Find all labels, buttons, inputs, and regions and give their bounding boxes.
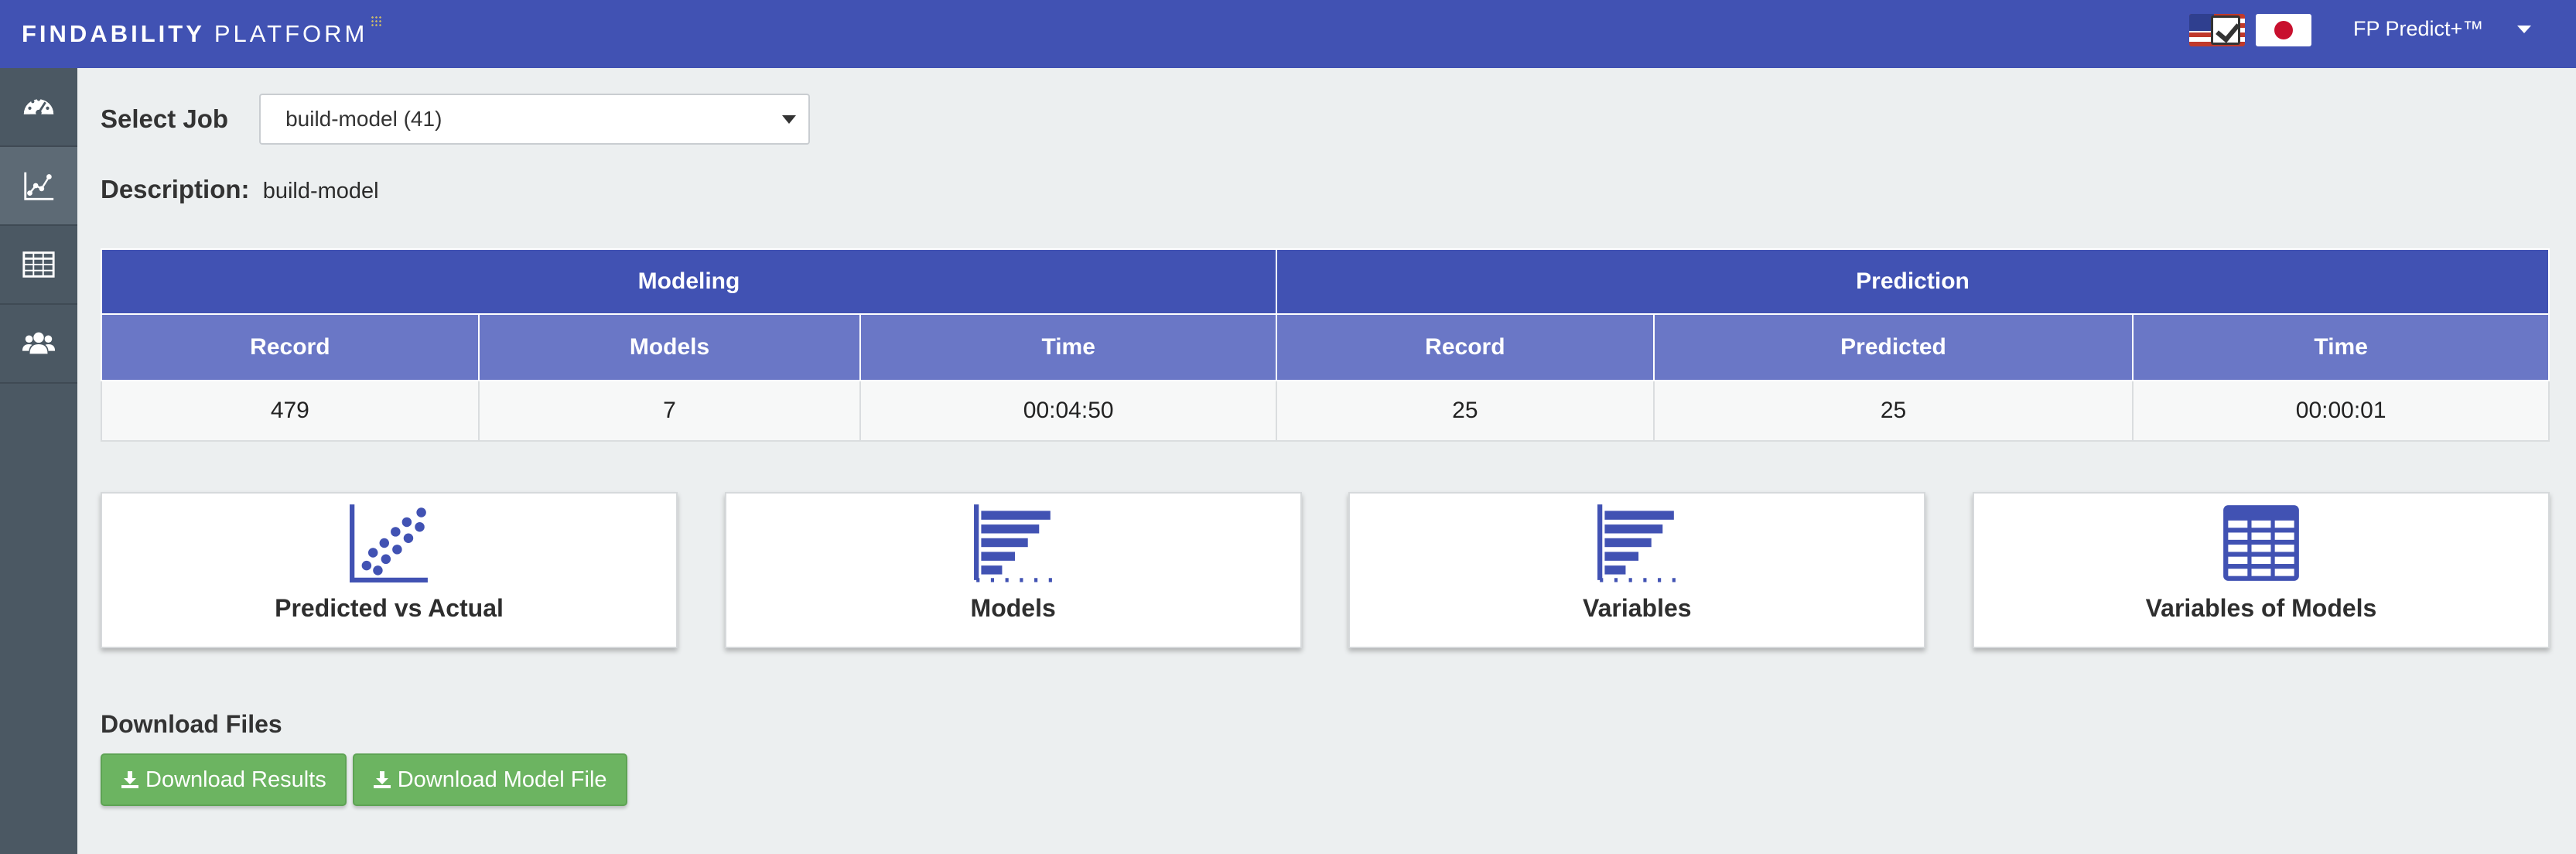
download-model-file-button[interactable]: Download Model File [352,753,627,806]
column-header: Models [477,313,862,381]
table-cell: 00:04:50 [859,380,1278,442]
sidebar-item-users[interactable] [0,305,77,384]
job-select[interactable]: build-model (41) [259,94,811,145]
modeling-group-header: Modeling [100,248,1278,315]
us-flag-icon[interactable] [2189,14,2245,46]
job-stats-table: Modeling Prediction Record Models Time R… [100,248,2550,442]
table-cell: 25 [1652,380,2134,442]
logo-dots-icon [371,15,382,26]
table-cell: 479 [101,380,480,442]
dashboard-icon [23,97,54,116]
scatter-plot-icon [350,504,428,582]
table-cell: 7 [477,380,862,442]
bar-chart-icon [973,504,1052,582]
table-row: 479 7 00:04:50 25 25 00:00:01 [101,380,2550,442]
column-header: Predicted [1652,313,2134,381]
select-job-label: Select Job [101,104,229,133]
logo-secondary-text: PLATFORM [214,20,368,47]
download-model-file-label: Download Model File [397,767,607,792]
grid-table-icon [2223,505,2299,581]
download-results-button[interactable]: Download Results [101,753,347,806]
card-label: Variables of Models [2145,594,2377,622]
users-icon [22,332,56,354]
job-select-value: build-model (41) [285,107,442,131]
chevron-down-icon [782,114,797,124]
logo-primary-text: FINDABILITY [22,20,205,47]
table-cell: 25 [1276,380,1655,442]
logo[interactable]: FINDABILITY PLATFORM [22,15,382,48]
product-name: FP Predict+™ [2353,17,2484,40]
predicted-vs-actual-card[interactable]: Predicted vs Actual [101,492,678,648]
checkmark-icon [2211,15,2240,45]
line-chart-icon [24,172,54,200]
sidebar-item-dashboard[interactable] [0,68,77,147]
description-row: Description: build-model [101,175,379,204]
download-buttons: Download Results Download Model File [101,753,627,806]
download-files-heading: Download Files [101,710,282,738]
bar-chart-icon [1597,504,1676,582]
japan-flag-icon[interactable] [2256,14,2311,46]
download-icon [373,771,391,788]
card-label: Models [970,594,1056,622]
variables-of-models-card[interactable]: Variables of Models [1972,492,2550,648]
card-label: Predicted vs Actual [275,594,504,622]
caret-down-icon [2517,25,2532,33]
sidebar-item-table[interactable] [0,226,77,305]
column-header: Time [859,313,1278,381]
download-results-label: Download Results [145,767,326,792]
sidebar-item-charts[interactable] [0,147,77,226]
table-icon [22,251,55,278]
sidebar [0,68,77,854]
description-value: build-model [262,179,379,203]
prediction-group-header: Prediction [1276,248,2550,315]
column-header: Time [2132,313,2550,381]
models-card[interactable]: Models [724,492,1302,648]
card-label: Variables [1583,594,1692,622]
column-header: Record [101,313,480,381]
job-selector-row: Select Job build-model (41) [101,94,811,145]
column-header: Record [1276,313,1655,381]
language-selector [2189,14,2311,46]
variables-card[interactable]: Variables [1348,492,1926,648]
table-cell: 00:00:01 [2132,380,2550,442]
description-label: Description: [101,175,250,203]
top-navbar: FINDABILITY PLATFORM FP Predict+™ [0,0,2576,68]
download-icon [121,771,138,788]
product-menu[interactable]: FP Predict+™ [2353,17,2532,41]
report-cards: Predicted vs Actual Models Variables Var… [101,492,2550,648]
